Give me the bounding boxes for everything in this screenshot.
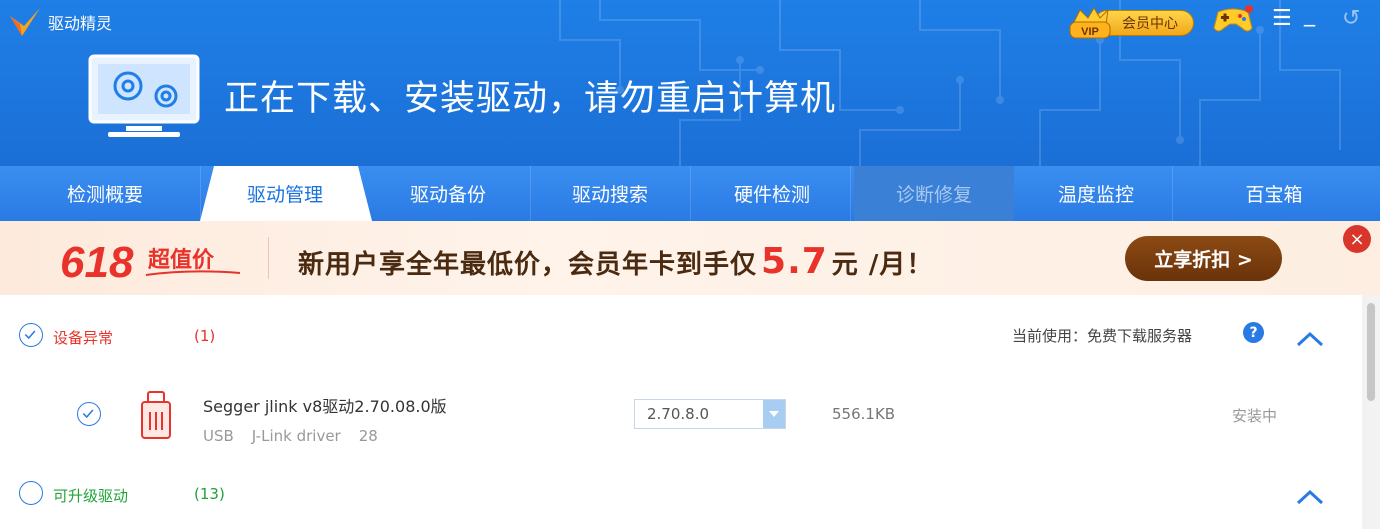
driver-meta: USB J-Link driver 28 [203, 427, 378, 445]
section-upgradable-count: (13) [194, 485, 225, 503]
tab-driver-search[interactable]: 驱动搜索 [530, 166, 690, 221]
select-driver-checkbox[interactable] [77, 402, 101, 426]
minimize-icon[interactable]: _ [1304, 2, 1315, 28]
vip-crown-icon: VIP [1069, 7, 1111, 39]
vip-label: 会员中心 [1122, 16, 1178, 32]
logo-icon [10, 8, 40, 36]
select-upgradable-checkbox[interactable] [19, 481, 43, 505]
tab-detect-overview[interactable]: 检测概要 [25, 166, 185, 221]
promo-badge-number: 618 [60, 238, 134, 285]
section-upgradable-label[interactable]: 可升级驱动 [53, 485, 128, 506]
scrollbar-thumb[interactable] [1367, 303, 1375, 401]
restore-icon[interactable]: ↺ [1342, 6, 1360, 32]
app-header: 驱动精灵 会员中心 VIP ☰ _ ↺ 正在下载、安装驱动，请勿重启计算机 [0, 0, 1380, 166]
driver-list: 设备异常 (1) 当前使用：免费下载服务器 ? Segger jlink v8驱… [0, 295, 1362, 529]
collapse-abnormal-icon[interactable] [1295, 329, 1325, 349]
tab-diagnose-repair[interactable]: 诊断修复 [854, 166, 1014, 221]
driver-extra: 28 [358, 427, 378, 445]
install-status-text: 正在下载、安装驱动，请勿重启计算机 [224, 79, 837, 119]
tab-driver-management[interactable]: 驱动管理 [205, 166, 365, 221]
tab-toolbox[interactable]: 百宝箱 [1194, 166, 1354, 221]
tab-hardware-detect[interactable]: 硬件检测 [692, 166, 852, 221]
driver-name: Segger jlink v8驱动2.70.08.0版 [203, 397, 447, 416]
driver-monitor-icon [88, 54, 200, 137]
app-logo: 驱动精灵 [8, 6, 112, 38]
driver-type: J-Link driver [251, 427, 341, 445]
vip-badge-text: VIP [1081, 26, 1099, 38]
driver-bus: USB [203, 427, 234, 445]
section-abnormal-label[interactable]: 设备异常 [53, 327, 113, 348]
claim-discount-button[interactable]: 立享折扣 > [1125, 236, 1282, 281]
collapse-upgradable-icon[interactable] [1295, 487, 1325, 507]
promo-banner[interactable]: 618 超值价 新用户享全年最低价，会员年卡到手仅 5.7 元 /月！ 立享折扣… [0, 221, 1380, 295]
scrollbar[interactable] [1362, 295, 1380, 529]
promo-price: 5.7 [761, 241, 828, 282]
close-promo-icon[interactable]: × [1343, 225, 1371, 253]
main-tabs: 检测概要 驱动管理 驱动备份 驱动搜索 硬件检测 诊断修复 温度监控 百宝箱 [0, 166, 1380, 221]
chevron-down-icon[interactable] [763, 400, 785, 428]
help-icon[interactable]: ? [1243, 322, 1264, 343]
promo-618-badge: 618 超值价 [60, 238, 241, 285]
usb-device-icon [141, 391, 171, 439]
promo-badge-text: 超值价 [148, 247, 215, 273]
vip-center-button[interactable]: 会员中心 VIP [1068, 6, 1198, 39]
version-select[interactable]: 2.70.8.0 [634, 399, 786, 429]
menu-icon[interactable]: ☰ [1272, 6, 1292, 32]
game-controller-icon[interactable] [1212, 4, 1254, 34]
check-icon [82, 409, 94, 419]
app-name: 驱动精灵 [48, 14, 113, 33]
server-info: 当前使用：免费下载服务器 [1012, 327, 1193, 345]
driver-size: 556.1KB [832, 405, 896, 423]
promo-message: 新用户享全年最低价，会员年卡到手仅 5.7 元 /月！ [298, 241, 934, 282]
driver-status: 安装中 [1232, 407, 1278, 425]
section-abnormal-count: (1) [194, 327, 216, 345]
tab-temperature-monitor[interactable]: 温度监控 [1016, 166, 1176, 221]
version-value: 2.70.8.0 [647, 405, 710, 423]
tab-driver-backup[interactable]: 驱动备份 [368, 166, 528, 221]
check-icon [24, 330, 36, 340]
select-abnormal-checkbox[interactable] [19, 323, 43, 347]
